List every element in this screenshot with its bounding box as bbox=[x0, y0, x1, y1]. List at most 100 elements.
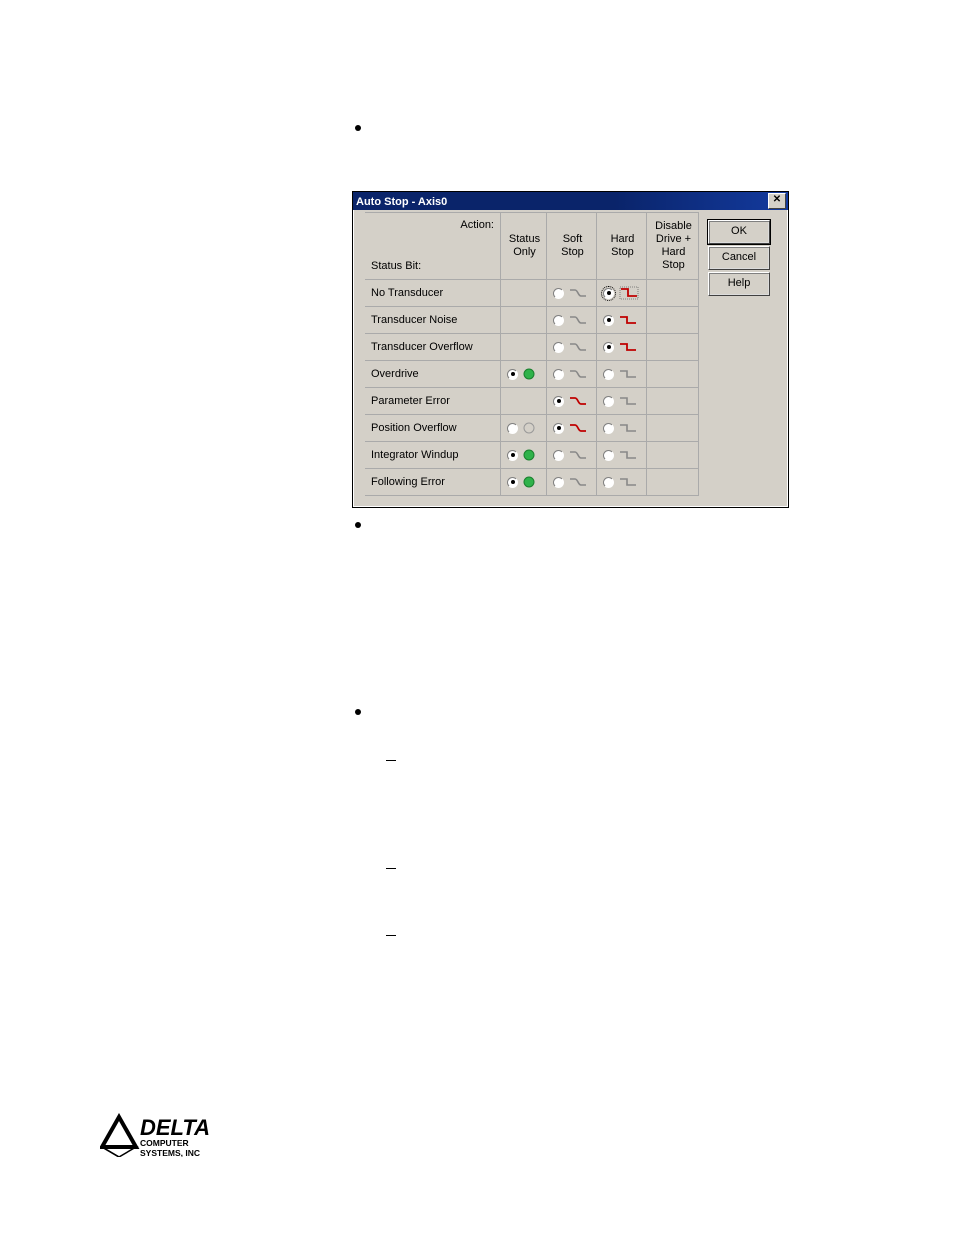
radio-hard[interactable] bbox=[603, 423, 614, 434]
soft-icon bbox=[569, 314, 587, 326]
cell-status-only[interactable] bbox=[500, 333, 546, 360]
cell-soft-stop[interactable] bbox=[546, 387, 596, 414]
soft-icon bbox=[569, 449, 587, 461]
soft-icon bbox=[569, 395, 587, 407]
autostop-dialog: Auto Stop - Axis0 ✕ OK Cancel Help Actio… bbox=[352, 191, 789, 508]
statusbit-label: Overdrive bbox=[365, 360, 500, 387]
dash-icon bbox=[386, 760, 396, 761]
cancel-button[interactable]: Cancel bbox=[708, 246, 770, 270]
autostop-grid: Action: Status Bit: StatusOnly SoftStop … bbox=[365, 212, 699, 496]
cell-disable-drive[interactable] bbox=[646, 441, 698, 468]
radio-status_only[interactable] bbox=[507, 450, 518, 461]
radio-soft[interactable] bbox=[553, 450, 564, 461]
cell-status-only[interactable] bbox=[500, 306, 546, 333]
close-button[interactable]: ✕ bbox=[768, 193, 786, 209]
radio-soft[interactable] bbox=[553, 369, 564, 380]
radio-soft[interactable] bbox=[553, 423, 564, 434]
cell-disable-drive[interactable] bbox=[646, 279, 698, 306]
cell-disable-drive[interactable] bbox=[646, 360, 698, 387]
radio-hard[interactable] bbox=[603, 342, 614, 353]
cell-disable-drive[interactable] bbox=[646, 387, 698, 414]
radio-soft[interactable] bbox=[553, 477, 564, 488]
delta-logo: DELTA COMPUTER SYSTEMS, INC bbox=[100, 1113, 240, 1157]
logo-sub1: COMPUTER bbox=[140, 1138, 189, 1148]
cell-soft-stop[interactable] bbox=[546, 360, 596, 387]
cell-soft-stop[interactable] bbox=[546, 468, 596, 495]
cell-status-only[interactable] bbox=[500, 387, 546, 414]
table-row: Overdrive bbox=[365, 360, 698, 387]
bullet-icon bbox=[355, 522, 361, 528]
titlebar: Auto Stop - Axis0 ✕ bbox=[353, 192, 788, 210]
cell-disable-drive[interactable] bbox=[646, 468, 698, 495]
cell-hard-stop[interactable] bbox=[596, 360, 646, 387]
cell-soft-stop[interactable] bbox=[546, 279, 596, 306]
hard-icon bbox=[619, 395, 637, 407]
statusbit-label: Following Error bbox=[365, 468, 500, 495]
header-disable-drive: DisableDrive +HardStop bbox=[646, 212, 698, 279]
soft-icon bbox=[569, 287, 587, 299]
cell-hard-stop[interactable] bbox=[596, 441, 646, 468]
cell-disable-drive[interactable] bbox=[646, 414, 698, 441]
cell-soft-stop[interactable] bbox=[546, 441, 596, 468]
radio-soft[interactable] bbox=[553, 288, 564, 299]
hard-icon bbox=[619, 341, 637, 353]
header-soft-stop: SoftStop bbox=[546, 212, 596, 279]
radio-soft[interactable] bbox=[553, 342, 564, 353]
statusbit-label: No Transducer bbox=[365, 279, 500, 306]
hard-icon bbox=[619, 368, 637, 380]
cell-hard-stop[interactable] bbox=[596, 468, 646, 495]
statusbit-label: Integrator Windup bbox=[365, 441, 500, 468]
soft-icon bbox=[569, 422, 587, 434]
ok-label: OK bbox=[731, 225, 747, 237]
dialog-body: OK Cancel Help Action: Status Bit: Statu… bbox=[353, 210, 788, 507]
radio-soft[interactable] bbox=[553, 315, 564, 326]
radio-hard[interactable] bbox=[603, 450, 614, 461]
close-icon: ✕ bbox=[773, 194, 781, 205]
cell-disable-drive[interactable] bbox=[646, 333, 698, 360]
hard-icon bbox=[619, 449, 637, 461]
radio-hard[interactable] bbox=[603, 477, 614, 488]
header-hard-stop: HardStop bbox=[596, 212, 646, 279]
cell-status-only[interactable] bbox=[500, 414, 546, 441]
cell-hard-stop[interactable] bbox=[596, 414, 646, 441]
cell-status-only[interactable] bbox=[500, 279, 546, 306]
dash-icon bbox=[386, 935, 396, 936]
cell-hard-stop[interactable] bbox=[596, 306, 646, 333]
cell-status-only[interactable] bbox=[500, 441, 546, 468]
cell-hard-stop[interactable] bbox=[596, 387, 646, 414]
table-row: Integrator Windup bbox=[365, 441, 698, 468]
table-row: Following Error bbox=[365, 468, 698, 495]
table-row: Parameter Error bbox=[365, 387, 698, 414]
table-row: Transducer Noise bbox=[365, 306, 698, 333]
cell-soft-stop[interactable] bbox=[546, 306, 596, 333]
radio-hard[interactable] bbox=[603, 396, 614, 407]
help-button[interactable]: Help bbox=[708, 272, 770, 296]
radio-hard[interactable] bbox=[603, 315, 614, 326]
cell-soft-stop[interactable] bbox=[546, 333, 596, 360]
bullet-icon bbox=[355, 709, 361, 715]
cell-status-only[interactable] bbox=[500, 360, 546, 387]
cell-hard-stop[interactable] bbox=[596, 333, 646, 360]
bullet-icon bbox=[355, 125, 361, 131]
table-row: Position Overflow bbox=[365, 414, 698, 441]
header-status-only: StatusOnly bbox=[500, 212, 546, 279]
header-status-label: Status Bit: bbox=[371, 260, 421, 273]
radio-status_only[interactable] bbox=[507, 423, 518, 434]
hard-icon bbox=[619, 286, 639, 300]
cell-hard-stop[interactable] bbox=[596, 279, 646, 306]
status_only-icon bbox=[523, 476, 535, 488]
cell-disable-drive[interactable] bbox=[646, 306, 698, 333]
cell-soft-stop[interactable] bbox=[546, 414, 596, 441]
status_only-icon bbox=[523, 422, 535, 434]
soft-icon bbox=[569, 341, 587, 353]
ok-button[interactable]: OK bbox=[708, 220, 770, 244]
radio-hard[interactable] bbox=[603, 369, 614, 380]
radio-hard[interactable] bbox=[603, 288, 614, 299]
radio-soft[interactable] bbox=[553, 396, 564, 407]
cell-status-only[interactable] bbox=[500, 468, 546, 495]
radio-status_only[interactable] bbox=[507, 477, 518, 488]
radio-status_only[interactable] bbox=[507, 369, 518, 380]
status_only-icon bbox=[523, 368, 535, 380]
header-statusbit: Action: Status Bit: bbox=[365, 212, 500, 279]
status_only-icon bbox=[523, 449, 535, 461]
